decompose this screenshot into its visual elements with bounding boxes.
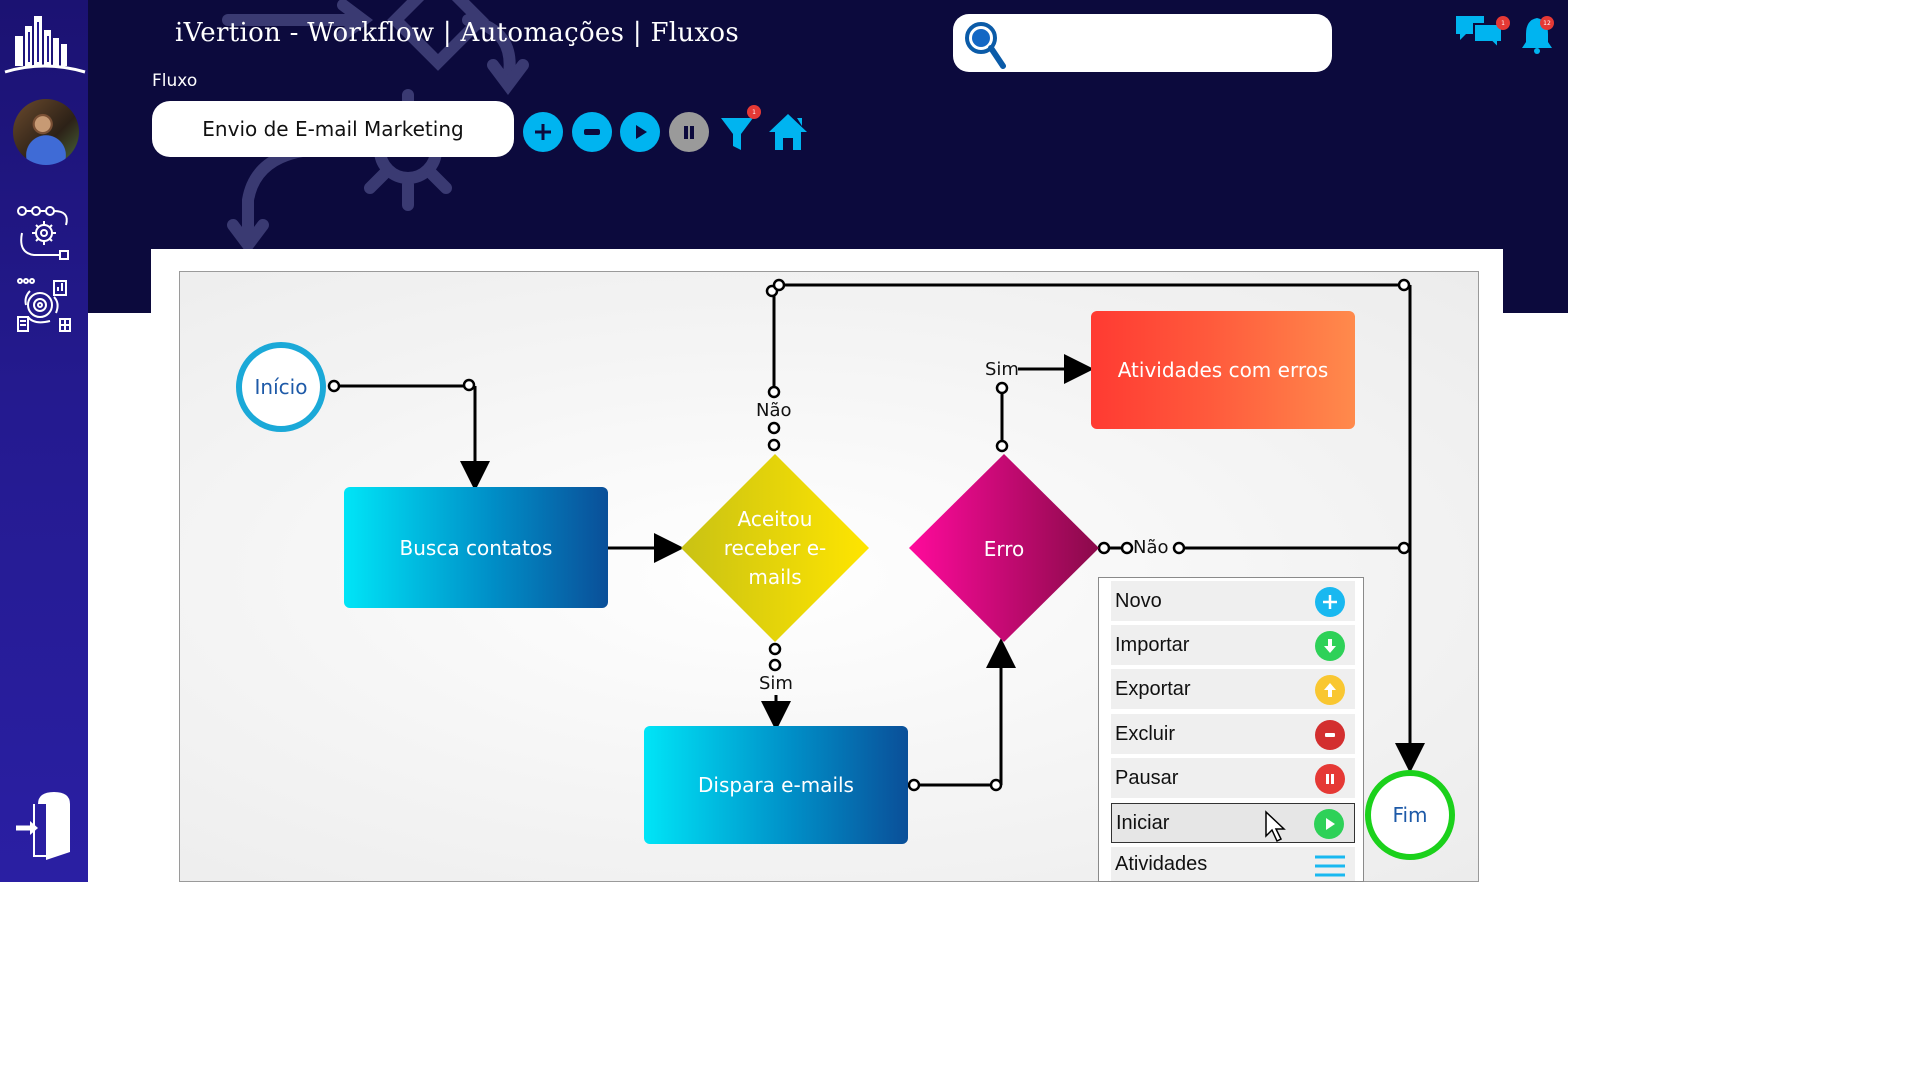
user-avatar[interactable] xyxy=(13,99,79,165)
end-node[interactable]: Fim xyxy=(1365,770,1455,860)
menu-item-importar[interactable]: Importar xyxy=(1111,625,1355,665)
search-icon[interactable] xyxy=(963,20,1007,74)
no-label-accepted: Não xyxy=(756,400,792,421)
add-button[interactable] xyxy=(523,112,563,152)
send-emails-node[interactable]: Dispara e-mails xyxy=(644,726,908,844)
plus-icon xyxy=(1315,587,1345,617)
plus-icon xyxy=(535,124,551,140)
search-input[interactable] xyxy=(953,14,1332,72)
fetch-contacts-label: Busca contatos xyxy=(399,535,553,560)
mouse-cursor-icon xyxy=(1265,810,1286,843)
send-emails-label: Dispara e-mails xyxy=(698,773,854,797)
accepted-emails-label: Aceitou receber e-mails xyxy=(723,506,827,589)
home-icon xyxy=(769,114,807,150)
filter-badge: 1 xyxy=(747,105,761,119)
filter-button[interactable]: 1 xyxy=(717,105,761,152)
automation-settings-icon[interactable] xyxy=(0,277,88,337)
yes-label-accepted: Sim xyxy=(759,673,793,694)
pause-icon xyxy=(684,126,694,139)
menu-item-exportar[interactable]: Exportar xyxy=(1111,669,1355,709)
menu-item-excluir[interactable]: Excluir xyxy=(1111,714,1355,754)
minus-icon xyxy=(584,129,600,135)
list-icon xyxy=(1315,851,1345,881)
app-title: iVertion - Workflow | Automações | Fluxo… xyxy=(175,18,739,48)
menu-item-label: Iniciar xyxy=(1116,811,1170,834)
menu-item-novo[interactable]: Novo xyxy=(1111,581,1355,621)
menu-item-label: Excluir xyxy=(1115,722,1176,745)
chat-badge: 1 xyxy=(1496,16,1510,30)
end-node-label: Fim xyxy=(1392,803,1428,827)
pause-icon xyxy=(1315,764,1345,794)
error-activities-label: Atividades com erros xyxy=(1117,358,1329,382)
sidebar xyxy=(0,0,88,882)
start-node[interactable]: Início xyxy=(236,342,326,432)
menu-item-label: Atividades xyxy=(1115,852,1208,875)
menu-item-label: Exportar xyxy=(1115,677,1191,700)
play-icon xyxy=(1314,809,1344,839)
flow-name-field[interactable]: Envio de E-mail Marketing xyxy=(152,101,514,157)
context-menu: Novo Importar Exportar Excluir Pausar In… xyxy=(1098,577,1364,882)
menu-item-pausar[interactable]: Pausar xyxy=(1111,758,1355,798)
play-icon xyxy=(636,125,647,139)
menu-item-atividades[interactable]: Atividades xyxy=(1111,847,1355,881)
arrow-down-icon xyxy=(1315,631,1345,661)
fetch-contacts-node[interactable]: Busca contatos xyxy=(344,487,608,608)
company-logo-icon[interactable] xyxy=(0,12,88,74)
chat-button[interactable]: 1 xyxy=(1454,14,1510,54)
menu-item-iniciar[interactable]: Iniciar xyxy=(1111,803,1355,843)
remove-button[interactable] xyxy=(572,112,612,152)
play-button[interactable] xyxy=(620,112,660,152)
menu-item-label: Novo xyxy=(1115,589,1162,612)
home-button[interactable] xyxy=(766,112,810,152)
menu-item-label: Pausar xyxy=(1115,766,1179,789)
logout-icon[interactable] xyxy=(0,790,88,862)
menu-item-label: Importar xyxy=(1115,633,1190,656)
no-label-error: Não xyxy=(1133,537,1169,558)
bell-badge: 12 xyxy=(1540,16,1554,30)
pause-button[interactable] xyxy=(669,112,709,152)
notifications-button[interactable]: 12 xyxy=(1520,14,1554,58)
minus-icon xyxy=(1315,720,1345,750)
error-activities-node[interactable]: Atividades com erros xyxy=(1091,311,1355,429)
workflow-icon[interactable] xyxy=(0,203,88,263)
start-node-label: Início xyxy=(254,375,308,399)
error-decision-label: Erro xyxy=(983,537,1025,561)
flow-label: Fluxo xyxy=(152,71,198,91)
arrow-up-icon xyxy=(1315,675,1345,705)
yes-label-error: Sim xyxy=(985,359,1019,380)
